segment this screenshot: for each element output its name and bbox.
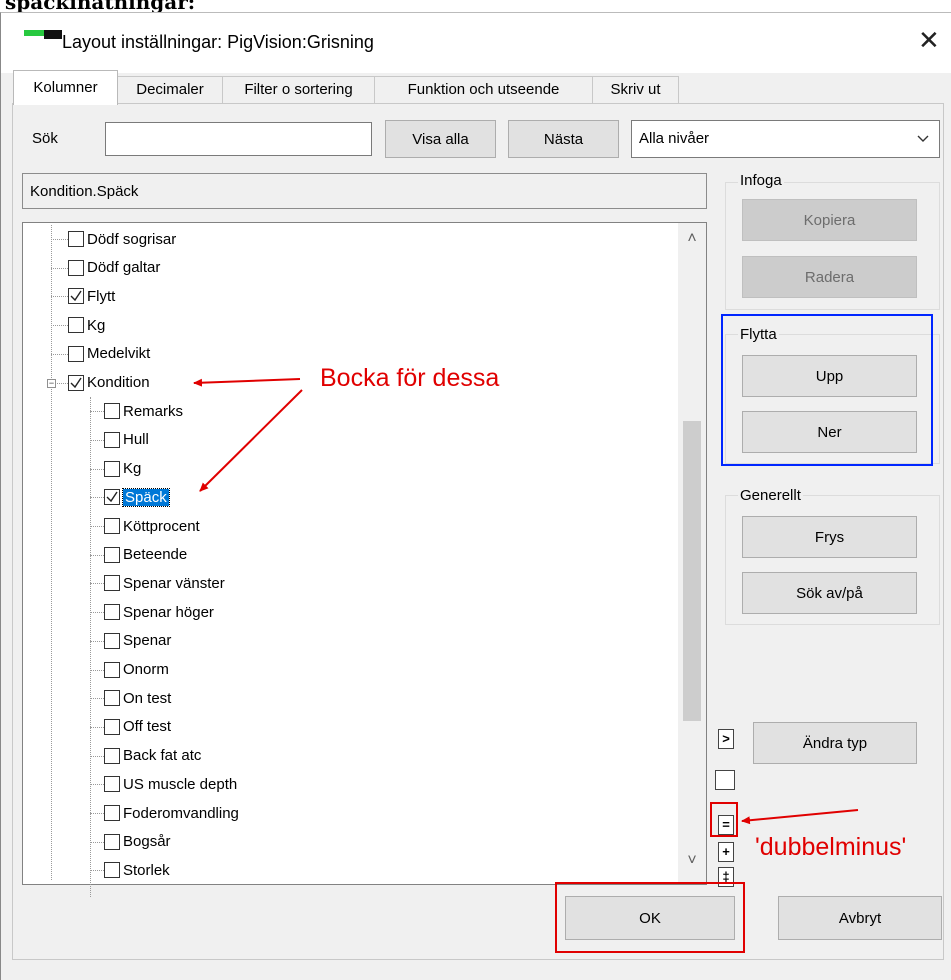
annotation-arrows xyxy=(193,378,859,825)
arrow-to-dubbelminus xyxy=(741,809,859,825)
arrow-to-kondition xyxy=(193,378,301,387)
tab-kolumner[interactable]: Kolumner xyxy=(13,70,118,105)
arrow-to-spack xyxy=(199,389,303,492)
